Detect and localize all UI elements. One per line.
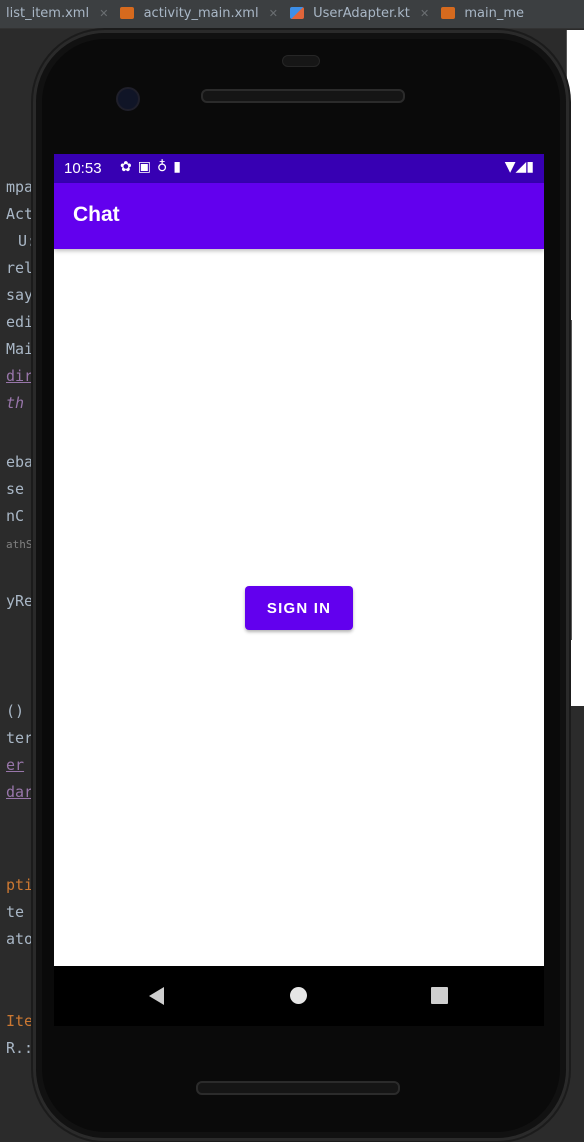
- code-line: pti: [6, 876, 34, 894]
- ide-tab-bar: list_item.xml ✕ activity_main.xml ✕ User…: [0, 0, 584, 29]
- wifi-icon: ▼: [504, 159, 516, 175]
- code-line: nC: [6, 507, 25, 525]
- xml-file-icon: [441, 7, 456, 19]
- code-line: te: [6, 903, 25, 921]
- tab-main-me[interactable]: main_me: [435, 0, 530, 28]
- top-sensor: [282, 55, 320, 67]
- status-system-icons: ▼◢▮: [505, 159, 534, 175]
- code-line: say: [6, 286, 34, 304]
- code-line: Ite: [6, 1012, 34, 1030]
- back-icon[interactable]: [149, 987, 164, 1005]
- close-icon[interactable]: ✕: [420, 7, 429, 20]
- tab-activity-main-xml[interactable]: activity_main.xml ✕: [114, 0, 284, 28]
- home-icon[interactable]: [290, 987, 307, 1004]
- tab-useradapter-kt[interactable]: UserAdapter.kt ✕: [284, 0, 435, 28]
- tab-list-item-xml[interactable]: list_item.xml ✕: [0, 0, 114, 28]
- bottom-speaker: [196, 1081, 400, 1095]
- code-line: ato: [6, 930, 34, 948]
- code-line: dar: [6, 783, 34, 801]
- app-title: Chat: [73, 203, 120, 226]
- code-line: ter: [6, 729, 34, 747]
- sd-card-icon: ▮: [173, 159, 187, 175]
- tab-label: list_item.xml: [6, 6, 90, 21]
- app-bar: Chat: [54, 183, 544, 249]
- code-line: athS: [6, 538, 33, 551]
- code-line: dir: [6, 367, 34, 385]
- code-line: th: [6, 394, 25, 412]
- code-line: Act: [6, 205, 34, 223]
- android-nav-bar: [54, 966, 544, 1026]
- close-icon[interactable]: ✕: [269, 7, 278, 20]
- close-icon[interactable]: ✕: [99, 7, 108, 20]
- status-time: 10:53: [64, 160, 102, 177]
- code-line: mpa: [6, 178, 34, 196]
- code-line: eba: [6, 453, 34, 471]
- recents-icon[interactable]: [431, 987, 448, 1004]
- signal-icon: ◢: [515, 159, 527, 175]
- battery-icon: ▮: [526, 159, 534, 175]
- code-line: er: [6, 756, 25, 774]
- status-notification-icons: ✿▣♁▮: [120, 159, 187, 175]
- tab-label: activity_main.xml: [143, 6, 259, 21]
- code-line: yRe: [6, 592, 34, 610]
- earpiece-speaker: [201, 89, 405, 103]
- xml-file-icon: [120, 7, 135, 19]
- code-line: rel: [6, 259, 34, 277]
- code-line: Mai: [6, 340, 34, 358]
- download-icon: ♁: [156, 159, 174, 175]
- code-line: (): [6, 702, 25, 720]
- code-line: edi: [6, 313, 34, 331]
- code-line: se: [6, 480, 25, 498]
- gear-icon: ✿: [120, 159, 138, 175]
- tab-label: main_me: [464, 6, 525, 21]
- sign-in-button[interactable]: SIGN IN: [245, 586, 353, 630]
- tab-label: UserAdapter.kt: [313, 6, 410, 21]
- front-camera: [116, 87, 140, 111]
- gmail-icon: ▣: [137, 159, 157, 175]
- status-bar: 10:53 ✿▣♁▮ ▼◢▮: [54, 154, 544, 183]
- code-line: R.:: [6, 1039, 34, 1057]
- kotlin-file-icon: [289, 7, 304, 19]
- phone-screen: 10:53 ✿▣♁▮ ▼◢▮ Chat SIGN IN: [54, 154, 544, 966]
